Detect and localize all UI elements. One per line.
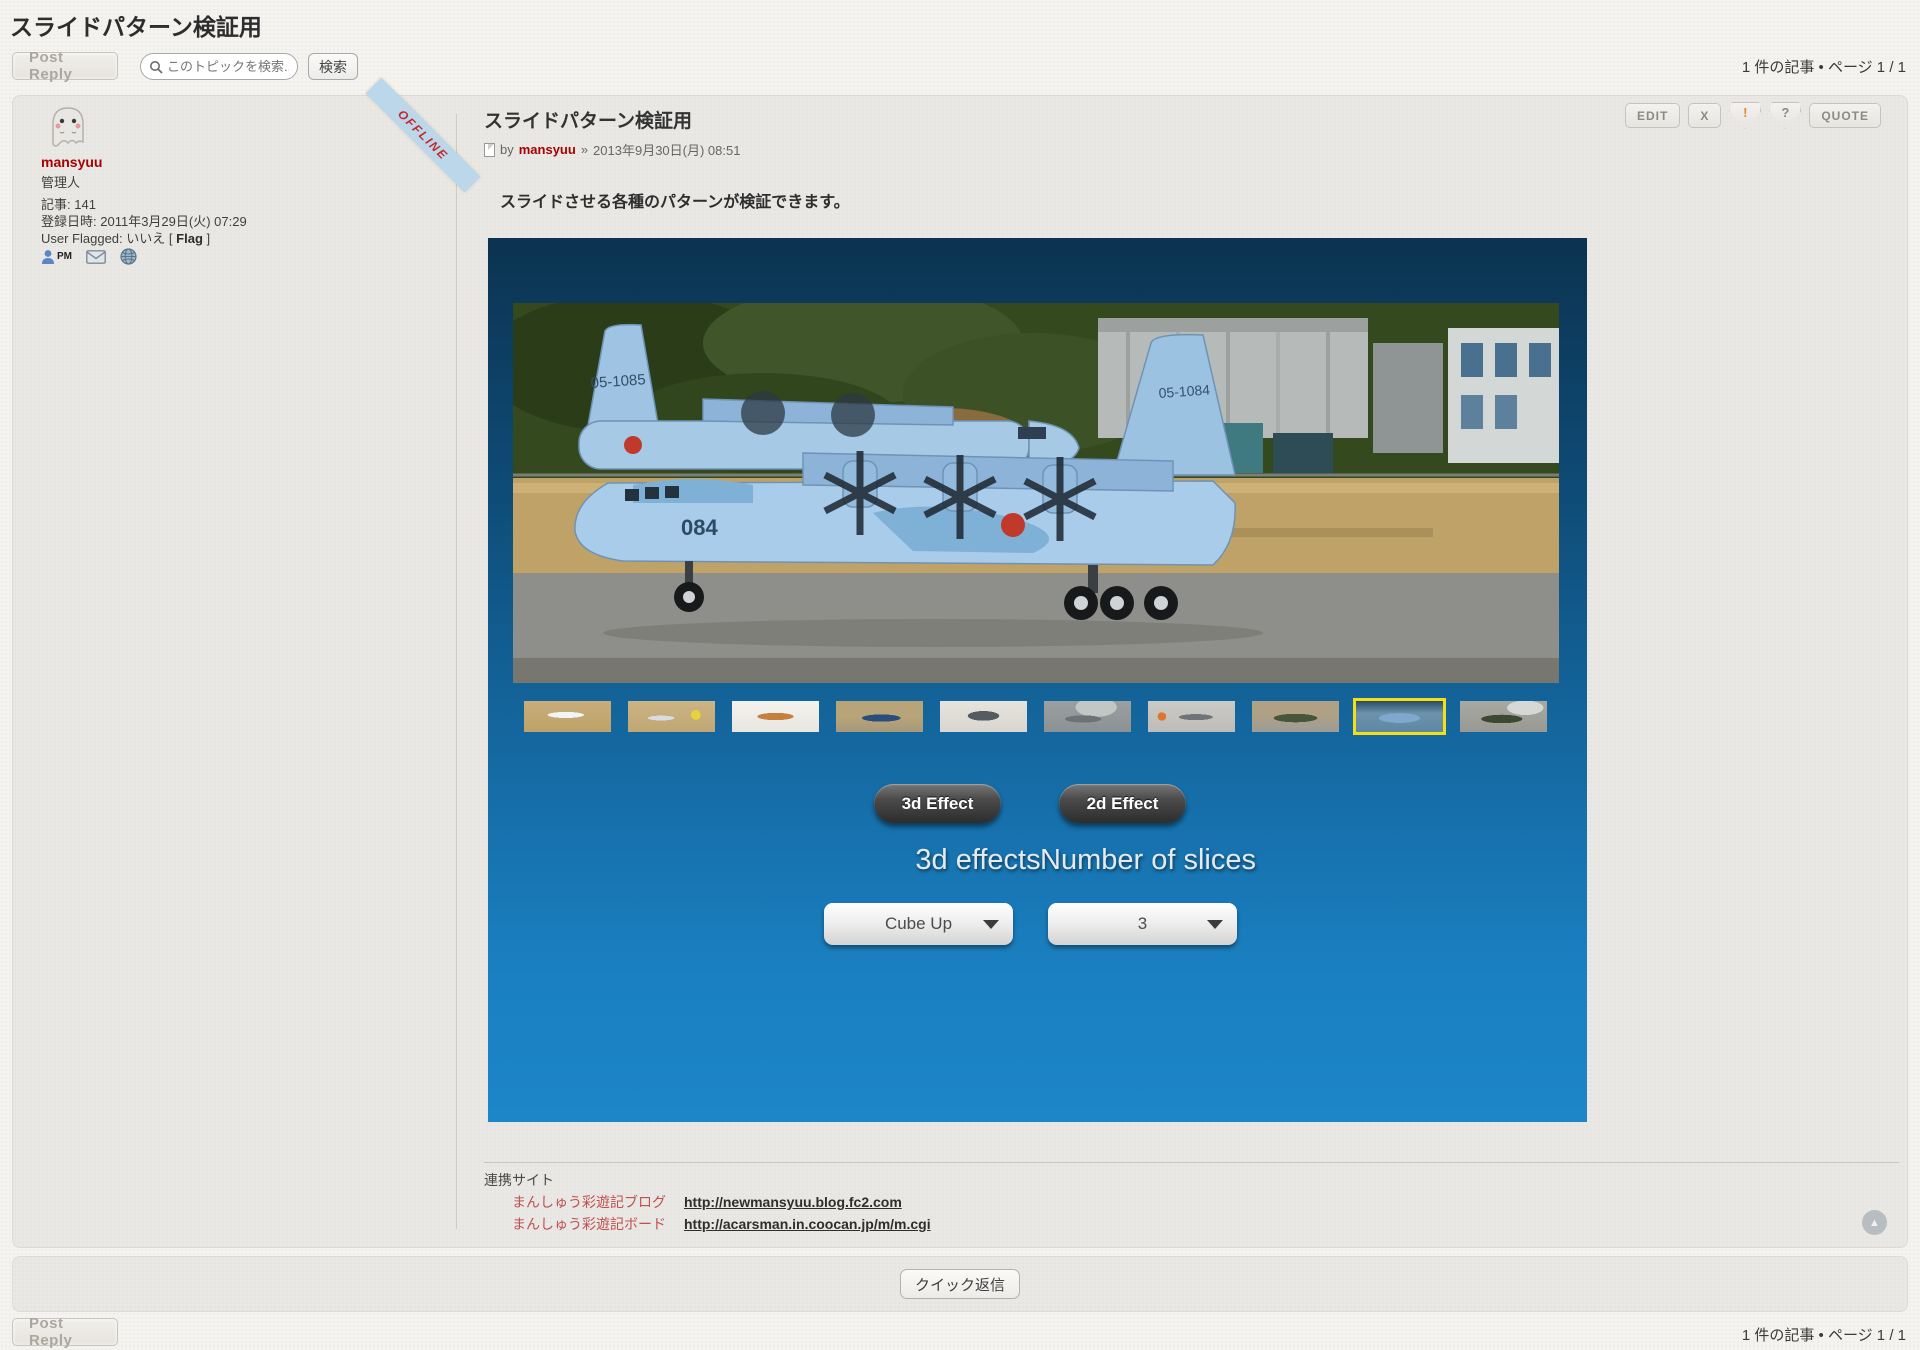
search-button[interactable]: 検索 [308,53,358,80]
thumbnail[interactable] [1252,701,1339,732]
page-info: 1 件の記事 • ページ 1 / 1 [1742,56,1906,77]
thumbnail[interactable] [1356,701,1443,732]
svg-text:084: 084 [681,515,718,540]
effect-select[interactable]: Cube Up [824,903,1013,945]
main-photo: 05-1085 [513,303,1559,683]
pm-label: PM [57,251,72,262]
profile-stats: 記事: 141 登録日時: 2011年3月29日(火) 07:29 User F… [41,196,247,247]
information-button[interactable]: ? [1769,102,1801,129]
report-button[interactable]: ! [1729,102,1761,129]
signature-site-link[interactable]: http://acarsman.in.coocan.jp/m/m.cgi [684,1214,931,1234]
quote-button[interactable]: QUOTE [1809,103,1881,128]
2d-effect-button[interactable]: 2d Effect [1059,784,1186,823]
profile-rank: 管理人 [41,172,80,191]
post-reply-button-bottom[interactable]: Post Reply [12,1318,118,1346]
search-icon [149,60,163,74]
post-body-text: スライドさせる各種のパターンが検証できます。 [500,188,850,212]
signature-site-name: まんしゅう彩遊記ブログ [512,1192,666,1212]
signature-heading: 連携サイト [484,1170,931,1190]
slideshow-widget: 05-1085 [488,238,1587,1122]
contact-row: PM [41,248,137,265]
flag-line: User Flagged: いいえ [ Flag ] [41,230,247,247]
thumbnail-strip [524,701,1551,732]
slices-select-value: 3 [1138,914,1147,934]
quick-reply-bar: クイック返信 [12,1256,1908,1312]
post-page-icon [484,143,495,157]
website-globe-icon[interactable] [120,248,137,265]
page-info-bottom: 1 件の記事 • ページ 1 / 1 [1742,1324,1906,1345]
delete-button[interactable]: X [1688,103,1721,128]
profile-username-link[interactable]: mansyuu [41,154,102,170]
3d-effect-button[interactable]: 3d Effect [874,784,1001,823]
pm-icon[interactable]: PM [41,249,72,265]
signature-site-name: まんしゅう彩遊記ボード [512,1214,666,1234]
email-icon[interactable] [86,250,106,264]
edit-button[interactable]: EDIT [1625,103,1680,128]
avatar[interactable] [46,104,90,152]
ghost-avatar-icon [46,104,90,152]
signature-site-link[interactable]: http://newmansyuu.blog.fc2.com [684,1192,902,1212]
post-title: スライドパターン検証用 [484,106,692,133]
signature-row: まんしゅう彩遊記ボード http://acarsman.in.coocan.jp… [484,1214,931,1234]
post-byline: by mansyuu » 2013年9月30日(月) 08:51 [484,140,740,159]
post-date: 2013年9月30日(月) 08:51 [593,140,740,159]
slices-select[interactable]: 3 [1048,903,1237,945]
thumbnail[interactable] [1044,701,1131,732]
effect-select-value: Cube Up [885,914,952,934]
signature-divider [484,1162,1899,1163]
thumbnail[interactable] [524,701,611,732]
thumbnail[interactable] [940,701,1027,732]
post-controls: EDIT X ! ? QUOTE [1625,102,1881,129]
topic-search-box[interactable] [140,53,298,80]
thumbnail[interactable] [1460,701,1547,732]
search-input[interactable] [167,59,289,74]
thumbnail[interactable] [836,701,923,732]
signature-row: まんしゅう彩遊記ブログ http://newmansyuu.blog.fc2.c… [484,1192,931,1212]
byline-author-link[interactable]: mansyuu [519,142,576,157]
chevron-down-icon [1207,920,1223,929]
post-panel: OFFLINE mansyuu 管理人 記事: 141 登録日時: 2011年3… [12,95,1908,1248]
flag-link[interactable]: Flag [176,231,203,246]
post-reply-button[interactable]: Post Reply [12,52,118,80]
column-divider [456,114,457,1229]
quick-reply-button[interactable]: クイック返信 [900,1269,1020,1299]
offline-ribbon: OFFLINE [366,78,481,193]
chevron-down-icon [983,920,999,929]
scroll-to-top-button[interactable]: ▲ [1862,1210,1887,1235]
page-title: スライドパターン検証用 [10,8,262,42]
thumbnail[interactable] [1148,701,1235,732]
thumbnail[interactable] [628,701,715,732]
joined-line: 登録日時: 2011年3月29日(火) 07:29 [41,213,247,230]
thumbnail[interactable] [732,701,819,732]
posts-line: 記事: 141 [41,196,247,213]
slices-label: Number of slices [1028,844,1268,877]
signature: 連携サイト まんしゅう彩遊記ブログ http://newmansyuu.blog… [484,1170,931,1234]
